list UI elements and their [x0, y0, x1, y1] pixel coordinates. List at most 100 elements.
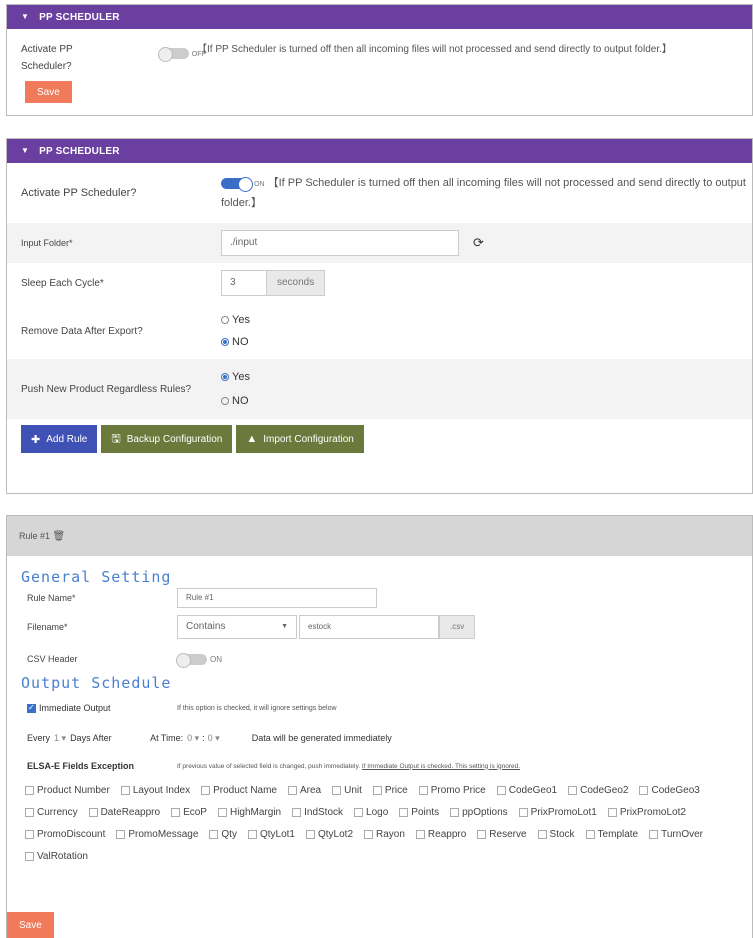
checkbox-icon[interactable] — [25, 807, 34, 817]
push-yes-option[interactable]: Yes — [221, 365, 250, 389]
csv-ext-addon: .csv — [439, 615, 476, 639]
sleep-input[interactable]: 3 — [221, 270, 267, 296]
checkbox-icon[interactable] — [171, 807, 181, 817]
field-checkbox[interactable]: TurnOver — [649, 824, 703, 846]
refresh-icon[interactable]: ⟳ — [473, 235, 484, 251]
checkbox-icon[interactable] — [217, 807, 227, 817]
input-folder-field[interactable]: ./input — [221, 230, 459, 256]
field-checkbox[interactable]: Area — [288, 780, 321, 802]
checkbox-icon[interactable] — [292, 807, 302, 817]
field-checkbox[interactable]: Reserve — [477, 824, 527, 846]
at-time-minute-select[interactable]: 0 ▾ — [208, 733, 220, 744]
field-checkbox[interactable]: ppOptions — [450, 802, 508, 824]
field-checkbox[interactable]: QtyLot2 — [305, 824, 353, 846]
trash-icon[interactable]: 🗑 — [53, 531, 66, 542]
checkbox-icon[interactable] — [247, 829, 257, 839]
field-checkbox[interactable]: CodeGeo1 — [496, 780, 557, 802]
scheduler-toggle[interactable] — [221, 176, 253, 192]
radio-checked-icon[interactable] — [221, 338, 229, 347]
field-checkbox[interactable]: EcoP — [171, 802, 207, 824]
field-checkbox[interactable]: Reappro — [415, 824, 466, 846]
checkbox-icon[interactable] — [209, 829, 219, 839]
radio-icon[interactable] — [221, 397, 229, 406]
panel-header[interactable]: ▼ PP SCHEDULER — [7, 139, 752, 163]
checkbox-icon[interactable] — [116, 829, 126, 839]
checkbox-icon[interactable] — [607, 807, 617, 817]
field-checkbox[interactable]: Unit — [332, 780, 362, 802]
field-checkbox[interactable]: IndStock — [292, 802, 343, 824]
field-checkbox[interactable]: ValRotation — [25, 846, 88, 868]
checkbox-icon[interactable] — [496, 785, 506, 795]
csv-header-toggle[interactable] — [176, 652, 207, 668]
field-checkbox[interactable]: Currency — [25, 802, 78, 824]
checkbox-icon[interactable] — [639, 785, 649, 795]
field-checkbox[interactable]: Product Name — [201, 780, 277, 802]
checkbox-icon[interactable] — [288, 785, 297, 795]
checkbox-icon[interactable] — [649, 829, 659, 839]
field-checkbox[interactable]: DateReappro — [88, 802, 160, 824]
checkbox-checked-icon[interactable] — [27, 703, 36, 714]
field-checkbox[interactable]: Logo — [354, 802, 388, 824]
checkbox-icon[interactable] — [568, 785, 578, 795]
panel-header[interactable]: ▼ PP SCHEDULER — [7, 5, 752, 29]
every-days-select[interactable]: 1 ▾ — [54, 733, 66, 744]
field-checkbox[interactable]: Product Number — [25, 780, 110, 802]
toggle-state: OFF — [191, 51, 206, 58]
remove-yes-option[interactable]: Yes — [221, 309, 250, 331]
import-configuration-button[interactable]: ▲ Import Configuration — [236, 425, 364, 453]
save-button[interactable]: Save — [25, 81, 72, 103]
rule-name-input[interactable]: Rule #1 — [177, 588, 377, 608]
save-rule-button[interactable]: Save — [7, 912, 54, 938]
add-rule-button[interactable]: ✚ Add Rule — [21, 425, 98, 453]
field-checkbox[interactable]: PrixPromoLot2 — [607, 802, 686, 824]
field-checkbox[interactable]: HighMargin — [217, 802, 281, 824]
field-checkbox[interactable]: PrixPromoLot1 — [518, 802, 597, 824]
push-no-option[interactable]: NO — [221, 389, 250, 413]
checkbox-icon[interactable] — [88, 807, 98, 817]
checkbox-icon[interactable] — [450, 807, 460, 817]
checkbox-icon[interactable] — [25, 829, 34, 839]
field-checkbox[interactable]: Promo Price — [418, 780, 486, 802]
field-checkbox[interactable]: QtyLot1 — [247, 824, 295, 846]
at-time-hour-select[interactable]: 0 ▾ — [187, 733, 199, 744]
checkbox-icon[interactable] — [332, 785, 342, 795]
field-checkbox[interactable]: CodeGeo2 — [568, 780, 628, 802]
checkbox-icon[interactable] — [120, 785, 130, 795]
rule-header[interactable]: Rule #1 🗑 — [7, 516, 752, 556]
field-checkbox[interactable]: Rayon — [364, 824, 405, 846]
checkbox-icon[interactable] — [354, 807, 364, 817]
backup-configuration-button[interactable]: 🖫 Backup Configuration — [101, 425, 233, 453]
field-checkbox[interactable]: CodeGeo3 — [639, 780, 700, 802]
checkbox-icon[interactable] — [25, 851, 34, 861]
radio-checked-icon[interactable] — [221, 373, 229, 382]
checkbox-icon[interactable] — [201, 785, 211, 795]
field-checkbox[interactable]: PromoMessage — [116, 824, 198, 846]
filename-label: Filename* — [27, 622, 68, 632]
field-checkbox[interactable]: Qty — [209, 824, 237, 846]
field-checkbox[interactable]: Stock — [537, 824, 575, 846]
checkbox-icon[interactable] — [305, 829, 315, 839]
checkbox-icon[interactable] — [518, 807, 528, 817]
filename-mode-select[interactable]: Contains ▼ — [177, 615, 297, 639]
field-checkbox[interactable]: Layout Index — [120, 780, 190, 802]
checkbox-icon[interactable] — [25, 785, 34, 795]
checkbox-icon[interactable] — [418, 785, 428, 795]
checkbox-icon[interactable] — [364, 829, 374, 839]
filename-input[interactable]: estock — [299, 615, 439, 639]
immediate-output-checkbox[interactable]: Immediate Output — [27, 703, 177, 714]
checkbox-icon[interactable] — [585, 829, 595, 839]
checkbox-icon[interactable] — [399, 807, 409, 817]
checkbox-icon[interactable] — [537, 829, 547, 839]
scheduler-toggle[interactable] — [158, 46, 189, 62]
remove-no-option[interactable]: NO — [221, 331, 250, 353]
checkbox-icon[interactable] — [415, 829, 425, 839]
checkbox-icon[interactable] — [477, 829, 487, 839]
seconds-addon: seconds — [267, 270, 326, 296]
field-checkbox[interactable]: Template — [585, 824, 638, 846]
chevron-down-icon: ▼ — [281, 623, 288, 630]
field-checkbox[interactable]: Price — [372, 780, 408, 802]
field-checkbox[interactable]: PromoDiscount — [25, 824, 105, 846]
checkbox-icon[interactable] — [372, 785, 382, 795]
radio-icon[interactable] — [221, 316, 229, 325]
field-checkbox[interactable]: Points — [399, 802, 439, 824]
